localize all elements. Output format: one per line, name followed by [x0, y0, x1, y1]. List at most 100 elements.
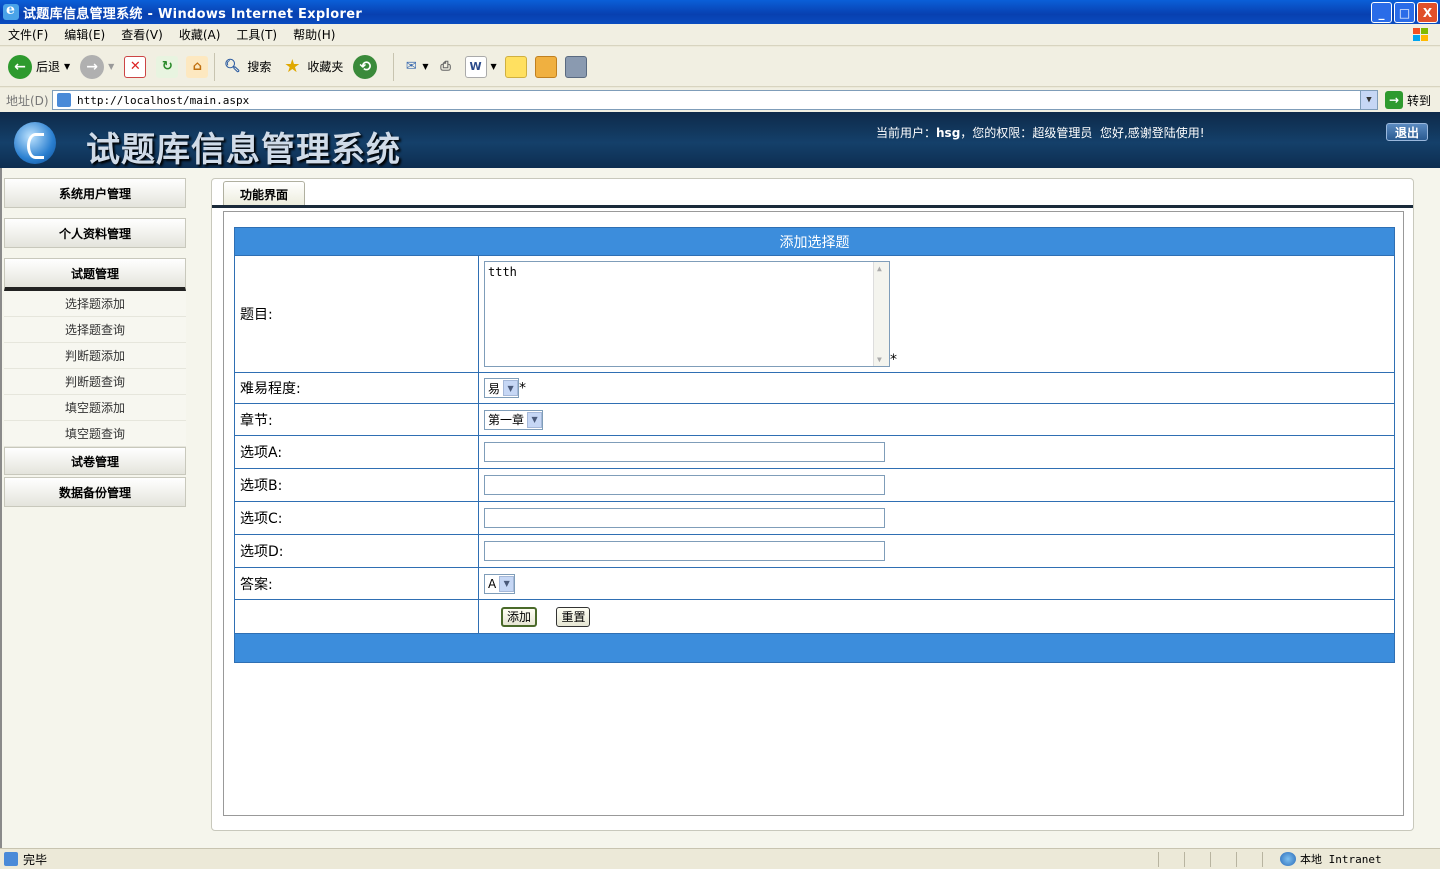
required-mark: * — [890, 352, 897, 368]
answer-value: A — [488, 576, 497, 591]
intranet-globe-icon — [1280, 852, 1296, 866]
ie-icon — [3, 2, 19, 20]
user-role: 超级管理员 — [1032, 126, 1093, 140]
search-button[interactable]: 🔍︎ 搜索 — [221, 56, 271, 78]
question-textarea[interactable]: ttth — [484, 261, 890, 367]
status-bar: 完毕 本地 Intranet — [0, 848, 1440, 869]
mail-icon[interactable]: ✉ — [400, 56, 422, 78]
discuss-icon[interactable] — [504, 55, 527, 78]
browser-toolbar: ← 后退 ▼ → ▼ ✕ ↻ ⌂ 🔍︎ 搜索 ★ 收藏夹 ⟲ ✉ ▼ ⎙ W ▼ — [0, 47, 1440, 87]
content-panel: 功能界面 添加选择题 题目: ttth * — [211, 178, 1414, 831]
option-a-input[interactable] — [484, 442, 885, 462]
forward-button[interactable]: → ▼ — [80, 54, 114, 79]
windows-logo-icon — [1413, 28, 1428, 41]
window-title-bar: 试题库信息管理系统 - Windows Internet Explorer _ … — [0, 0, 1440, 24]
favorites-button[interactable]: ★ 收藏夹 — [281, 56, 343, 78]
stop-icon[interactable]: ✕ — [124, 55, 147, 78]
difficulty-select[interactable]: 易 ▼ — [484, 378, 520, 398]
address-label: 地址(D) — [6, 93, 49, 108]
option-d-input[interactable] — [484, 541, 885, 561]
content-frame: 添加选择题 题目: ttth * 难易 — [223, 211, 1404, 816]
username: hsg — [936, 126, 961, 140]
tab-function[interactable]: 功能界面 — [223, 181, 305, 206]
sidebar-item-paper-mgmt[interactable]: 试卷管理 — [4, 447, 186, 475]
research-icon[interactable] — [534, 55, 557, 78]
sidebar-sub-fill-add[interactable]: 填空题添加 — [4, 395, 186, 421]
add-button[interactable]: 添加 — [501, 606, 538, 627]
edit-icon[interactable]: W — [464, 55, 487, 78]
system-title: 试题库信息管理系统 — [86, 130, 401, 168]
back-button[interactable]: ← 后退 ▼ — [8, 54, 70, 79]
menu-view[interactable]: 查看(V) — [113, 26, 171, 43]
sidebar-sub-choice-query[interactable]: 选择题查询 — [4, 317, 186, 343]
chapter-label: 章节: — [234, 403, 479, 436]
menu-favorites[interactable]: 收藏(A) — [171, 26, 229, 43]
page-viewport: 系统用户管理 个人资料管理 试题管理 选择题添加 选择题查询 判断题添加 判断题… — [0, 168, 1440, 848]
chapter-select[interactable]: 第一章 ▼ — [484, 409, 544, 430]
sidebar-item-question-mgmt[interactable]: 试题管理 — [4, 258, 186, 291]
minimize-button[interactable]: _ — [1371, 2, 1392, 23]
textarea-scrollbar[interactable] — [873, 262, 889, 366]
home-icon[interactable]: ⌂ — [186, 55, 209, 78]
add-choice-form: 添加选择题 题目: ttth * 难易 — [234, 227, 1395, 663]
go-button[interactable]: → 转到 — [1385, 91, 1431, 109]
zone-label: 本地 Intranet — [1300, 853, 1382, 866]
sidebar-item-system-users[interactable]: 系统用户管理 — [4, 178, 186, 208]
close-button[interactable]: X — [1417, 2, 1438, 23]
chevron-down-icon[interactable]: ▼ — [503, 380, 519, 396]
sidebar-item-profile[interactable]: 个人资料管理 — [4, 218, 186, 248]
menu-file[interactable]: 文件(F) — [0, 26, 56, 43]
button-row-label — [234, 599, 479, 634]
option-d-label: 选项D: — [234, 534, 479, 568]
option-b-input[interactable] — [484, 475, 885, 495]
option-c-input[interactable] — [484, 508, 885, 528]
status-divider — [1158, 852, 1159, 867]
back-arrow-icon: ← — [8, 54, 32, 79]
sidebar-item-backup[interactable]: 数据备份管理 — [4, 477, 186, 507]
menu-tools[interactable]: 工具(T) — [228, 26, 285, 43]
chevron-down-icon[interactable]: ▼ — [527, 411, 543, 428]
address-dropdown-icon[interactable]: ▼ — [1360, 91, 1377, 109]
history-icon[interactable]: ⟲ — [353, 54, 378, 79]
reset-button[interactable]: 重置 — [556, 606, 591, 627]
messenger-icon[interactable] — [564, 55, 587, 78]
edit-dropdown-icon[interactable]: ▼ — [491, 62, 497, 71]
window-title: 试题库信息管理系统 - Windows Internet Explorer — [23, 6, 363, 22]
tab-underline — [212, 205, 1413, 208]
sidebar-sub-fill-query[interactable]: 填空题查询 — [4, 421, 186, 447]
logout-button[interactable]: 退出 — [1386, 123, 1428, 141]
page-header: 试题库信息管理系统 当前用户：hsg，您的权限：超级管理员 您好,感谢登陆使用!… — [0, 112, 1440, 168]
sidebar-sub-judge-query[interactable]: 判断题查询 — [4, 369, 186, 395]
role-prefix: ，您的权限： — [960, 126, 1033, 140]
toolbar-separator — [393, 52, 395, 81]
question-text[interactable]: ttth — [488, 265, 517, 279]
user-info: 当前用户：hsg，您的权限：超级管理员 您好,感谢登陆使用! — [876, 124, 1205, 141]
print-icon[interactable]: ⎙ — [435, 56, 457, 78]
back-dropdown-icon[interactable]: ▼ — [64, 62, 70, 71]
status-divider — [1262, 852, 1263, 867]
sidebar-sub-judge-add[interactable]: 判断题添加 — [4, 343, 186, 369]
address-bar: 地址(D) http://localhost/main.aspx ▼ → 转到 — [0, 88, 1440, 112]
system-logo-icon — [14, 122, 56, 164]
menu-help[interactable]: 帮助(H) — [285, 26, 343, 43]
difficulty-label: 难易程度: — [234, 372, 479, 404]
required-mark: * — [519, 380, 527, 397]
address-input[interactable]: http://localhost/main.aspx ▼ — [52, 90, 1378, 110]
maximize-button[interactable]: □ — [1394, 2, 1415, 23]
chevron-down-icon[interactable]: ▼ — [499, 575, 515, 592]
forward-arrow-icon: → — [80, 54, 105, 79]
option-b-label: 选项B: — [234, 468, 479, 502]
menu-bar: 文件(F) 编辑(E) 查看(V) 收藏(A) 工具(T) 帮助(H) — [0, 24, 1440, 46]
forward-dropdown-icon[interactable]: ▼ — [108, 62, 114, 71]
difficulty-value: 易 — [488, 381, 501, 396]
page-icon — [57, 93, 71, 107]
menu-edit[interactable]: 编辑(E) — [56, 26, 113, 43]
search-icon: 🔍︎ — [224, 59, 241, 74]
security-zone: 本地 Intranet — [1280, 851, 1382, 867]
answer-select[interactable]: A ▼ — [484, 573, 516, 594]
status-text: 完毕 — [23, 852, 48, 867]
sidebar-sub-choice-add[interactable]: 选择题添加 — [4, 291, 186, 317]
refresh-icon[interactable]: ↻ — [156, 55, 179, 78]
address-url[interactable]: http://localhost/main.aspx — [77, 94, 249, 107]
mail-dropdown-icon[interactable]: ▼ — [422, 62, 428, 71]
